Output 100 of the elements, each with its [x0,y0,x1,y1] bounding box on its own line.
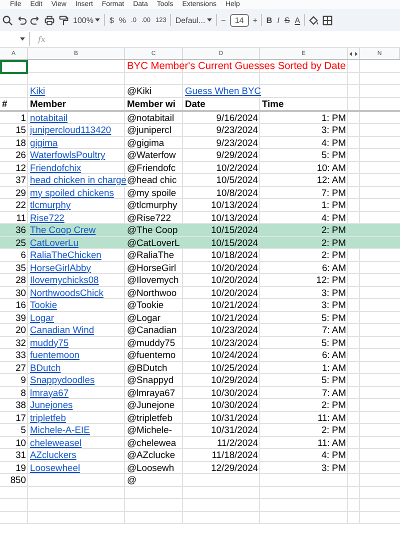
table-cell: 19 [16,462,26,472]
table-cell: 5: PM [322,374,346,385]
table-cell: 850 [10,474,26,485]
hidden-columns-icon[interactable] [349,52,358,56]
member-link[interactable]: gigima [30,136,58,148]
member-link[interactable]: Junejones [30,399,73,410]
member-link[interactable]: tlcmurphy [30,199,71,210]
percent-button[interactable]: % [118,16,128,24]
table-cell: @junipercl [127,124,172,135]
table-cell: 10: AM [316,162,346,172]
table-cell: 5 [20,424,26,435]
member-link[interactable]: Rise722 [30,212,64,222]
table-cell: @Canadian [127,324,177,335]
member-link[interactable]: Ilovemychicks08 [30,274,99,285]
table-cell: 15 [16,124,26,135]
member-link[interactable]: junipercloud113420 [30,124,112,135]
member-link[interactable]: Kiki [30,85,46,96]
member-link[interactable]: notabitail [30,112,68,122]
table-cell: 18 [16,136,26,148]
redo-icon[interactable] [30,14,41,26]
column-title: Time [262,98,284,108]
table-cell: 28 [16,274,26,285]
font-size-field[interactable]: 14 [230,14,249,26]
guess-link[interactable]: Guess When BYC [185,85,262,96]
table-cell: @Rise722 [127,212,171,222]
member-link[interactable]: The Coop Crew [30,224,96,235]
caret-icon [207,18,212,22]
table-cell: 1 [20,112,26,122]
print-icon[interactable] [44,14,55,26]
decrease-font-size-button[interactable]: − [220,16,227,24]
column-title: # [2,98,8,108]
table-cell: 10/30/2024 [211,386,258,398]
member-link[interactable]: muddy75 [30,336,69,348]
table-cell: @Michele- [127,424,172,435]
member-link[interactable]: WaterfowlsPoultry [30,149,106,160]
table-cell: 3: PM [322,286,346,298]
column-title: Date [185,98,206,108]
table-cell: 10/23/2024 [211,336,258,348]
table-cell: 36 [16,224,26,235]
table-cell: @muddy75 [127,336,176,348]
table-cell: 12 [16,162,26,172]
member-link[interactable]: Snappydoodles [30,374,95,385]
table-cell: 1: AM [322,362,346,372]
table-cell: 9/23/2024 [216,136,258,148]
selected-cell[interactable] [0,60,28,74]
paint-format-icon[interactable] [58,14,69,26]
table-cell: 10/20/2024 [211,262,258,272]
member-link[interactable]: AZcluckers [30,449,76,460]
search-icon[interactable] [2,14,13,26]
member-link[interactable]: BDutch [30,362,61,372]
font-dropdown[interactable]: Defaul... [174,16,214,24]
member-link[interactable]: lmraya67 [30,386,69,398]
strikethrough-button[interactable]: S [283,16,291,24]
table-cell: 2: PM [322,249,346,260]
table-cell: 11/2/2024 [216,436,258,448]
bold-button[interactable]: B [265,16,274,24]
table-cell: 5: PM [322,312,346,322]
table-cell: @RaliaThe [127,249,174,260]
member-link[interactable]: Canadian Wind [30,324,94,335]
table-cell: 2: PM [322,399,346,410]
table-cell: @The Coop [127,224,178,235]
member-link[interactable]: Loosewheel [30,462,80,472]
italic-button[interactable]: I [276,16,280,24]
member-link[interactable]: RaliaTheChicken [30,249,102,260]
member-link[interactable]: NorthwoodsChick [30,286,104,298]
table-cell: @HorseGirl [127,262,176,272]
fill-color-icon[interactable] [308,14,320,26]
member-link[interactable]: Tookie [30,299,58,310]
table-cell: 4: PM [322,136,346,148]
member-link[interactable]: my spoiled chickens [30,186,114,198]
text-color-button[interactable]: A [294,16,302,24]
member-link[interactable]: CatLoverLu [30,236,78,248]
table-cell: 30 [16,286,26,298]
borders-icon[interactable] [322,14,334,26]
zoom-dropdown[interactable]: 100% [72,16,102,24]
member-link[interactable]: HorseGirlAbby [30,262,91,272]
table-cell: 10/13/2024 [211,199,258,210]
member-link[interactable]: head chicken in charge [30,174,126,185]
table-cell: 5: PM [322,149,346,160]
member-link[interactable]: Michele-A-EIE [30,424,90,435]
table-cell: 16 [16,299,26,310]
member-link[interactable]: cheleweasel [30,436,82,448]
undo-icon[interactable] [16,14,27,26]
member-link[interactable]: tripletfeb [30,412,66,422]
table-cell: @Logar [127,312,160,322]
table-cell: 1: PM [322,112,346,122]
table-cell: 10/20/2024 [211,286,258,298]
table-cell: 17 [16,412,26,422]
table-cell: 10 [16,436,26,448]
table-cell: 31 [16,449,26,460]
table-cell: 3: PM [322,462,346,472]
increase-font-size-button[interactable]: + [252,16,258,24]
member-link[interactable]: fuentemoon [30,349,80,360]
currency-button[interactable]: $ [108,16,115,24]
table-cell: 3: PM [322,124,346,135]
member-link[interactable]: Logar [30,312,54,322]
table-cell: 10/25/2024 [211,362,258,372]
member-link[interactable]: Friendofchix [30,162,82,172]
table-cell: 10/20/2024 [211,274,258,285]
table-cell: @CatLoverL [127,236,180,248]
